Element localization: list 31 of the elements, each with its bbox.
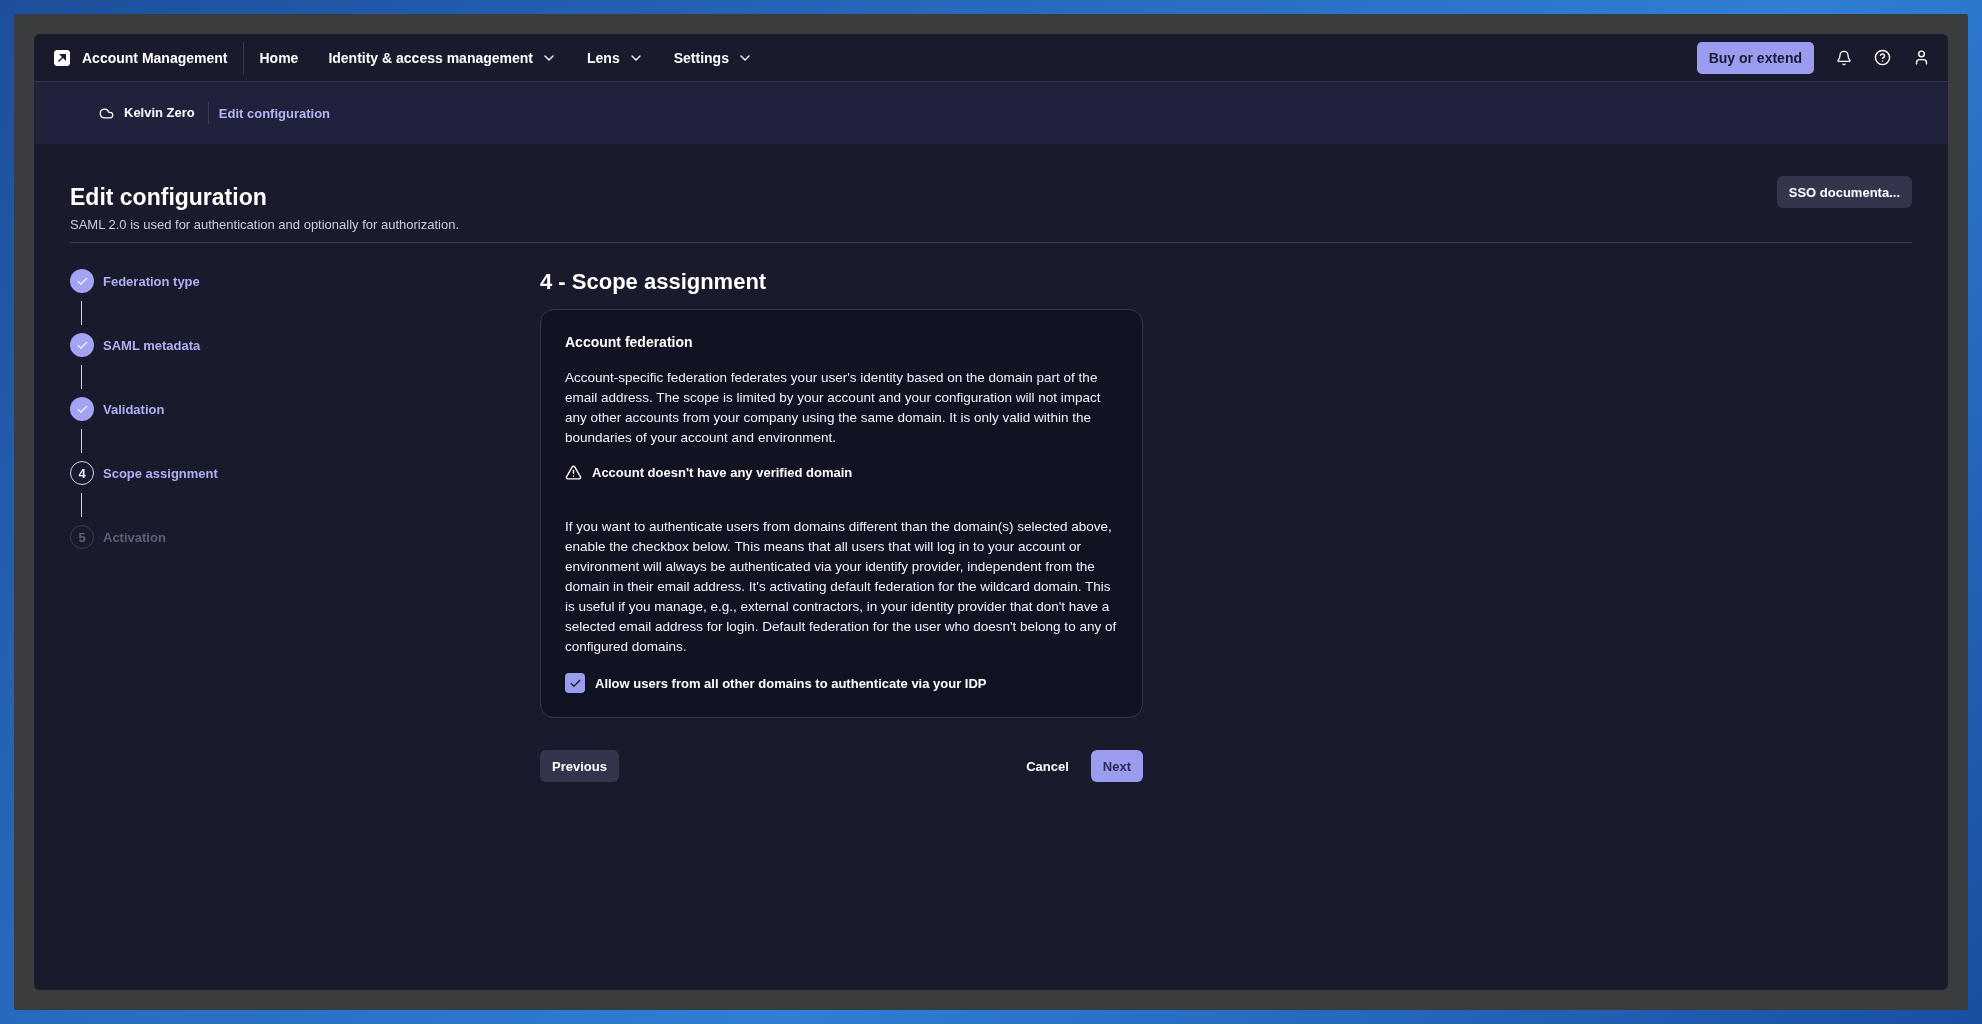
cancel-button[interactable]: Cancel bbox=[1026, 750, 1069, 782]
page-title: Edit configuration bbox=[70, 184, 268, 211]
nav-menu-item[interactable]: Identity & access management bbox=[313, 49, 572, 66]
page-subtitle: SAML 2.0 is used for authentication and optionally for authorization. bbox=[70, 217, 460, 232]
nav-menu-item[interactable]: Lens bbox=[572, 49, 659, 66]
checkbox-label[interactable]: Allow users from all other domains to authenticate via your IDP bbox=[595, 675, 987, 691]
nav-menu-item[interactable]: Settings bbox=[658, 49, 768, 66]
logo-icon bbox=[52, 47, 72, 68]
previous-button[interactable]: Previous bbox=[540, 750, 619, 782]
warning-icon bbox=[565, 464, 582, 481]
step-label[interactable]: Federation type bbox=[103, 273, 200, 289]
warning-message: Account doesn't have any verified domain bbox=[592, 465, 853, 480]
intro-paragraph: Account-specific federation federates your user's identity based on the domain part of the email address. The scope is limited by your account and your configuration will not impact any other accounts from your company using the same domain. It is only valid within the boundaries of your account and environment. bbox=[565, 369, 1102, 447]
step-label[interactable]: Scope assignment bbox=[103, 465, 218, 481]
next-button[interactable]: Next bbox=[1090, 750, 1143, 782]
explanation-paragraph: If you want to authenticate users from domains different than the domain(s) selected above, enable the checkbox below. This means that all users that will log in to your account or environment will always be authenticated via your identify provider, independent from the domain in their email address. It's activating default federation for the wildcard domain. This is useful if you manage, e.g., external contractors, in your identity provider that don't have a selected email address for login. Default federation for the user who doesn't belong to any of configured domains. bbox=[565, 518, 1118, 656]
sso-documentation-button[interactable]: SSO documenta... bbox=[1776, 176, 1912, 208]
section-heading: 4 - Scope assignment bbox=[540, 269, 768, 295]
nav-menu-item[interactable]: Home bbox=[244, 49, 314, 66]
cloud-icon bbox=[99, 105, 114, 121]
breadcrumb-current[interactable]: Edit configuration bbox=[218, 105, 330, 121]
buy-or-extend-button[interactable]: Buy or extend bbox=[1696, 41, 1814, 74]
user-icon[interactable] bbox=[1913, 49, 1930, 66]
help-icon[interactable] bbox=[1874, 49, 1891, 66]
step-label[interactable]: Validation bbox=[103, 401, 165, 417]
app-title: Account Management bbox=[82, 49, 228, 66]
step-label[interactable]: SAML metadata bbox=[103, 337, 201, 353]
notifications-bell-icon[interactable] bbox=[1836, 49, 1852, 66]
breadcrumb-account[interactable]: Kelvin Zero bbox=[124, 102, 209, 124]
card-title: Account federation bbox=[565, 334, 694, 350]
checkbox[interactable] bbox=[565, 673, 585, 693]
